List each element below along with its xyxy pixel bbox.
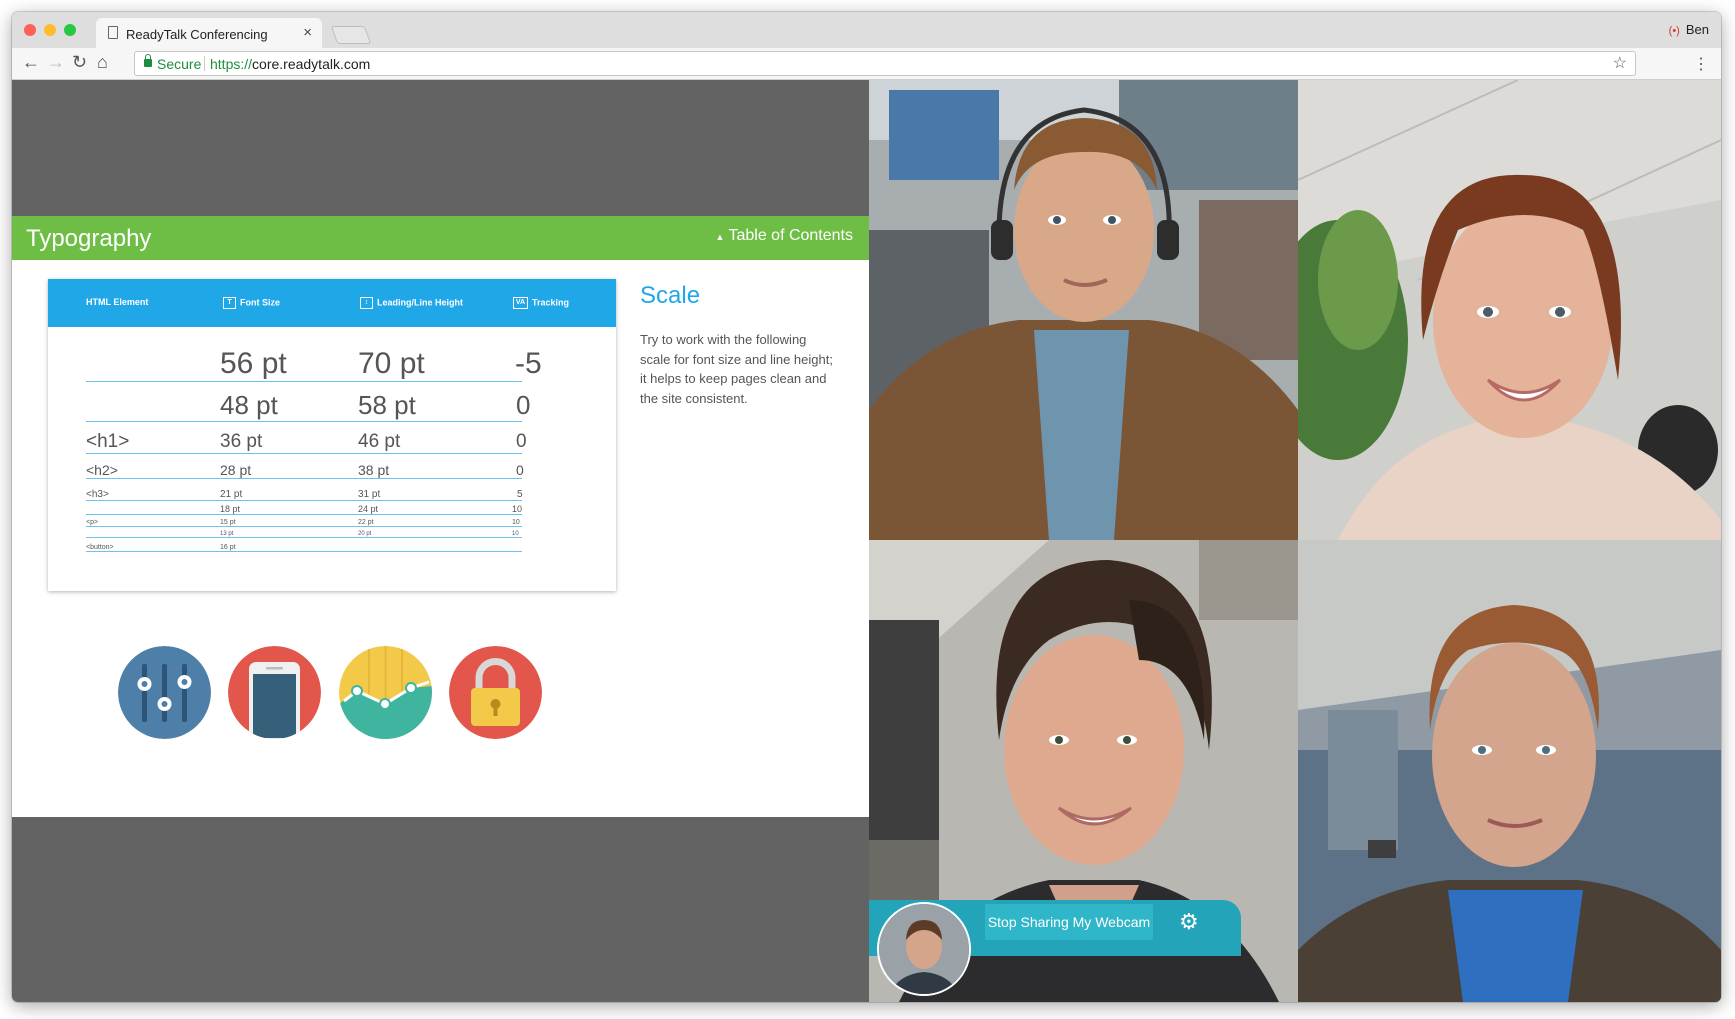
table-row: 56 pt 70 pt -5 xyxy=(86,345,542,382)
table-row: 13 pt 20 pt 10 xyxy=(86,527,522,538)
line-height-icon: ↕ xyxy=(360,297,373,309)
browser-toolbar: ← → ↻ ⌂ Secure https://core.readytalk.co… xyxy=(12,48,1721,80)
participant-video-4[interactable] xyxy=(1298,540,1721,1002)
secure-label: Secure xyxy=(157,56,202,72)
slide-title: Typography xyxy=(26,225,152,252)
header-tracking: VA Tracking xyxy=(513,297,569,309)
menu-icon[interactable]: ⋮ xyxy=(1693,54,1709,74)
font-size-icon: T xyxy=(223,297,236,309)
bookmark-star-icon[interactable]: ☆ xyxy=(1613,53,1627,73)
lock-icon xyxy=(144,54,152,67)
header-font-size: T Font Size xyxy=(223,297,280,309)
tab-close-button[interactable]: × xyxy=(303,24,312,41)
padlock-icon xyxy=(449,646,542,739)
tab-title: ReadyTalk Conferencing xyxy=(126,27,268,42)
close-window-button[interactable] xyxy=(24,24,36,36)
forward-icon[interactable]: → xyxy=(47,52,65,73)
zoom-window-button[interactable] xyxy=(64,24,76,36)
table-row: 48 pt 58 pt 0 xyxy=(86,382,530,422)
chart-icon xyxy=(339,646,432,739)
self-view-avatar xyxy=(877,902,971,996)
table-of-contents-link[interactable]: ▲ Table of Contents xyxy=(716,227,853,245)
profile-name: Ben xyxy=(1685,22,1709,37)
table-row: 18 pt 24 pt 10 xyxy=(86,501,522,515)
home-icon[interactable]: ⌂ xyxy=(97,52,108,73)
phone-icon xyxy=(228,646,321,739)
participant-video-1[interactable] xyxy=(869,80,1298,540)
new-tab-button[interactable] xyxy=(330,26,372,44)
table-row: <h1> 36 pt 46 pt 0 xyxy=(86,422,527,454)
table-row: <button> 16 pt xyxy=(86,538,522,552)
browser-tab[interactable]: ReadyTalk Conferencing × xyxy=(96,18,322,49)
typography-table: HTML Element T Font Size ↕ Leading/Line He… xyxy=(48,279,616,591)
scale-heading: Scale xyxy=(640,282,701,309)
stop-sharing-webcam-button[interactable]: Stop Sharing My Webcam xyxy=(985,904,1153,940)
gear-icon[interactable]: ⚙ xyxy=(1179,909,1199,935)
divider xyxy=(204,56,205,71)
profile-button[interactable]: (•) Ben xyxy=(1669,22,1709,37)
document-icon xyxy=(108,26,118,39)
table-row: <h2> 28 pt 38 pt 0 xyxy=(86,454,524,479)
profile-icon: (•) xyxy=(1668,25,1680,37)
table-row: <p> 15 pt 22 pt 10 xyxy=(86,515,522,527)
slide-header: Typography ▲ Table of Contents xyxy=(12,216,869,260)
tab-bar: ReadyTalk Conferencing × (•) Ben xyxy=(12,12,1721,49)
sliders-icon xyxy=(118,646,211,739)
tracking-icon: VA xyxy=(513,297,528,309)
header-line-height: ↕ Leading/Line Height xyxy=(360,297,463,309)
url-text: https://core.readytalk.com xyxy=(210,56,371,72)
presentation-slide: Typography ▲ Table of Contents HTML Eleme… xyxy=(12,216,869,817)
scale-description: Try to work with the following scale for… xyxy=(640,332,833,406)
participant-video-2[interactable] xyxy=(1298,80,1721,540)
header-html-element: HTML Element xyxy=(86,297,149,307)
table-header: HTML Element T Font Size ↕ Leading/Line He… xyxy=(48,279,616,327)
reload-icon[interactable]: ↻ xyxy=(72,52,87,73)
conference-area: Typography ▲ Table of Contents HTML Eleme… xyxy=(12,80,1721,1002)
table-row: <h3> 21 pt 31 pt 5 xyxy=(86,479,523,501)
back-icon[interactable]: ← xyxy=(22,52,40,73)
caret-up-icon: ▲ xyxy=(715,232,725,242)
browser-window: ReadyTalk Conferencing × (•) Ben ← → ↻ ⌂ … xyxy=(12,12,1721,1002)
minimize-window-button[interactable] xyxy=(44,24,56,36)
address-bar[interactable]: Secure https://core.readytalk.com ☆ xyxy=(134,51,1636,76)
